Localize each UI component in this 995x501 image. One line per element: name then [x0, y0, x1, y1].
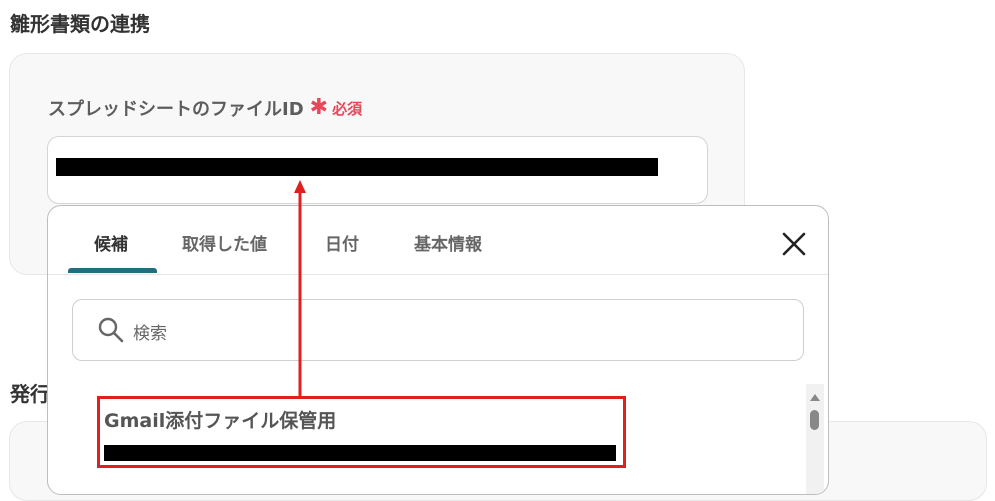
scroll-up-icon[interactable] — [810, 394, 820, 401]
search-input[interactable]: 検索 — [72, 299, 804, 361]
section-title: 雛形書類の連携 — [10, 12, 150, 36]
redacted-value — [56, 158, 658, 176]
tab-acquired-values[interactable]: 取得した値 — [182, 230, 267, 255]
close-icon[interactable] — [782, 232, 806, 256]
tab-basic-info[interactable]: 基本情報 — [414, 230, 482, 255]
highlight-annotation — [97, 396, 626, 468]
annotation-arrow — [294, 180, 306, 396]
tab-candidates[interactable]: 候補 — [94, 230, 128, 255]
tab-date[interactable]: 日付 — [325, 230, 359, 255]
required-star-icon: ✱ — [309, 95, 329, 120]
field-label: スプレッドシートのファイルID ✱ 必須 — [48, 95, 362, 121]
section-title-2: 発行 — [10, 382, 50, 406]
scrollbar-thumb[interactable] — [810, 410, 819, 430]
popup-tabs: 候補 取得した値 日付 基本情報 — [48, 206, 828, 275]
field-label-text: スプレッドシートのファイルID — [48, 99, 304, 120]
required-badge: 必須 — [332, 99, 363, 118]
search-icon — [97, 316, 125, 344]
active-tab-indicator — [68, 268, 157, 273]
search-placeholder: 検索 — [133, 324, 167, 344]
scrollbar[interactable] — [806, 384, 824, 494]
